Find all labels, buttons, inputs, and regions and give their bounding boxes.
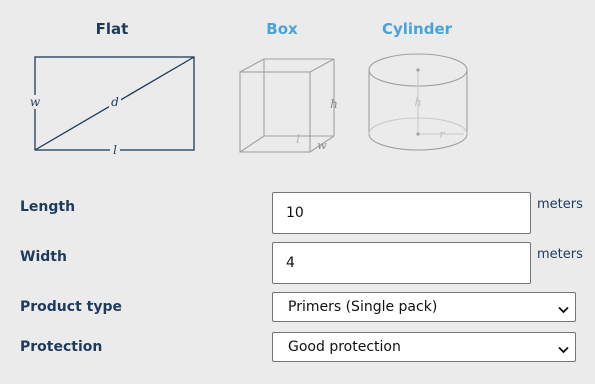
tab-box[interactable]: Box (256, 20, 308, 38)
flat-width-label: w (30, 95, 41, 109)
box-diagram[interactable]: h l w (234, 54, 346, 158)
flat-length-label: l (113, 143, 117, 157)
protection-selected-value: Good protection (288, 339, 401, 355)
tab-flat[interactable]: Flat (84, 20, 140, 38)
protection-label: Protection (20, 339, 103, 355)
width-input[interactable] (272, 242, 531, 284)
product-type-select[interactable]: Primers (Single pack) (272, 292, 576, 322)
product-type-label: Product type (20, 299, 122, 315)
box-height-label: h (330, 97, 338, 111)
length-label: Length (20, 199, 76, 215)
chevron-down-icon (558, 302, 569, 318)
tab-cylinder[interactable]: Cylinder (380, 20, 454, 38)
chevron-down-icon (558, 342, 569, 358)
length-input[interactable] (272, 192, 531, 234)
box-width-label: w (317, 139, 327, 152)
cylinder-radius-label: r (439, 128, 445, 141)
protection-select[interactable]: Good protection (272, 332, 576, 362)
width-label: Width (20, 249, 67, 265)
box-length-label: l (296, 133, 300, 146)
cylinder-diagram[interactable]: h r (362, 50, 474, 158)
length-unit: meters (537, 197, 583, 212)
product-type-selected-value: Primers (Single pack) (288, 299, 438, 315)
flat-diagram[interactable]: w d l (28, 54, 200, 157)
cylinder-height-label: h (414, 96, 421, 109)
width-unit: meters (537, 247, 583, 262)
flat-diagonal-label: d (111, 95, 119, 109)
